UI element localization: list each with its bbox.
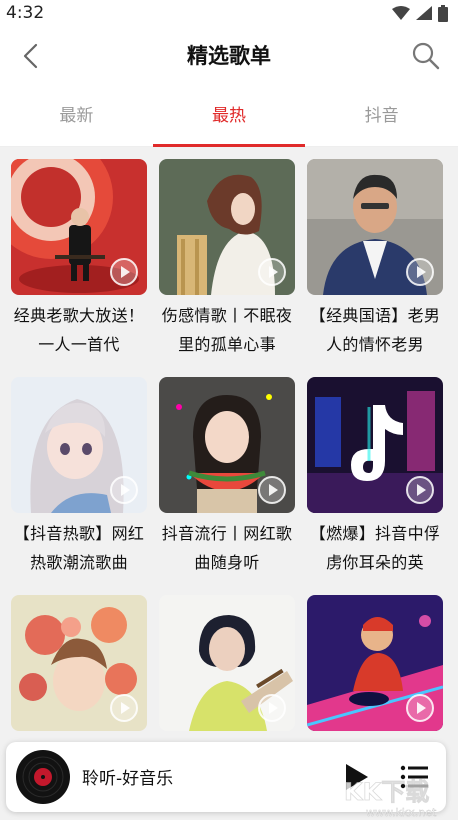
playlist-title: 伤感情歌丨不眠夜里的孤单心事 <box>161 306 293 354</box>
tab-douyin[interactable]: 抖音 <box>305 94 458 146</box>
playlist-cover[interactable] <box>307 377 443 513</box>
playlist-title: 【抖音热歌】网红热歌潮流歌曲 <box>13 524 145 572</box>
play-circle-icon[interactable] <box>109 475 139 505</box>
battery-icon <box>438 4 448 22</box>
play-circle-icon[interactable] <box>405 475 435 505</box>
playlist-title: 经典老歌大放送！一人一首代 <box>13 306 145 354</box>
playlist-card[interactable]: 抖音流行丨网红歌曲随身听 <box>159 377 295 585</box>
playlist-card[interactable]: 伤感情歌丨不眠夜里的孤单心事 <box>159 159 295 367</box>
play-circle-icon[interactable] <box>257 693 287 723</box>
playlist-cover[interactable] <box>159 377 295 513</box>
search-icon[interactable] <box>410 40 442 72</box>
playlist-card[interactable]: 【抖音热歌】网红热歌潮流歌曲 <box>11 377 147 585</box>
playlist-cover[interactable] <box>307 159 443 295</box>
play-circle-icon[interactable] <box>257 475 287 505</box>
playlist-card[interactable]: 【燃爆】抖音中俘虏你耳朵的英 <box>307 377 443 585</box>
playlist-title: 抖音流行丨网红歌曲随身听 <box>161 524 293 572</box>
wifi-icon <box>392 6 410 20</box>
vinyl-record-icon[interactable] <box>16 750 70 804</box>
playlist-cover[interactable] <box>159 595 295 731</box>
playlist-cover[interactable] <box>159 159 295 295</box>
tab-hottest[interactable]: 最热 <box>152 94 306 147</box>
play-circle-icon[interactable] <box>405 257 435 287</box>
nav-bar: 精选歌单 <box>0 30 458 82</box>
playlist-title: 【燃爆】抖音中俘虏你耳朵的英 <box>309 524 441 572</box>
status-time: 4:32 <box>6 3 45 23</box>
watermark-text: KK下载 <box>344 778 429 806</box>
playlist-cover[interactable] <box>307 595 443 731</box>
tab-bar: 最新 最热 抖音 <box>0 94 458 147</box>
status-icons <box>392 4 448 22</box>
tab-latest[interactable]: 最新 <box>0 94 153 146</box>
playlist-title: 【经典国语】老男人的情怀老男 <box>309 306 441 354</box>
play-circle-icon[interactable] <box>109 257 139 287</box>
watermark-url: www.kkx.net <box>366 806 437 819</box>
playlist-cover[interactable] <box>11 159 147 295</box>
play-circle-icon[interactable] <box>405 693 435 723</box>
play-circle-icon[interactable] <box>109 693 139 723</box>
playlist-cover[interactable] <box>11 377 147 513</box>
play-circle-icon[interactable] <box>257 257 287 287</box>
status-bar: 4:32 <box>0 0 458 26</box>
playlist-grid: 经典老歌大放送！一人一首代 伤感情歌丨不眠夜里的孤单心事 【经典国语】老男人的情… <box>11 159 443 803</box>
playlist-card[interactable]: 【经典国语】老男人的情怀老男 <box>307 159 443 367</box>
page-title: 精选歌单 <box>187 44 271 68</box>
now-playing-title: 聆听-好音乐 <box>82 769 174 789</box>
kkx-watermark-logo: KK下载 www.kkx.net <box>344 778 438 820</box>
playlist-card[interactable]: 经典老歌大放送！一人一首代 <box>11 159 147 367</box>
signal-icon <box>416 6 432 20</box>
playlist-area: 经典老歌大放送！一人一首代 伤感情歌丨不眠夜里的孤单心事 【经典国语】老男人的情… <box>0 147 458 820</box>
playlist-cover[interactable] <box>11 595 147 731</box>
